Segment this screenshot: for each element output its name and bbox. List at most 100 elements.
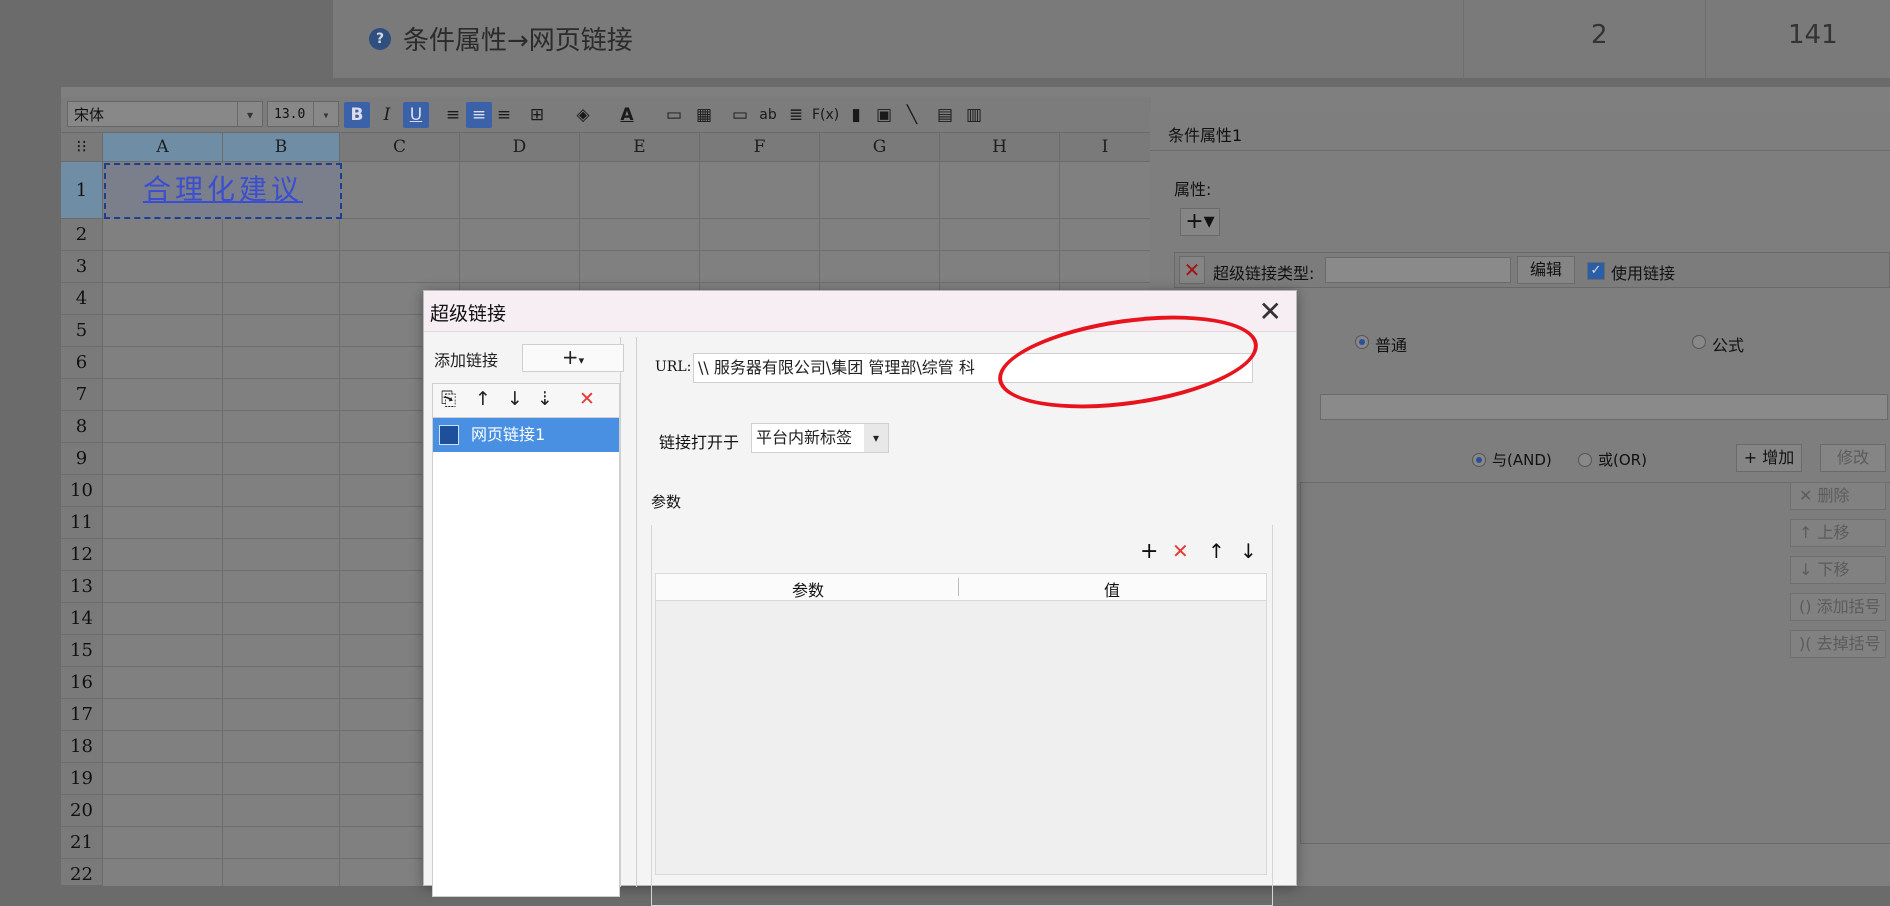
delete-param-icon[interactable]: ✕: [1172, 539, 1189, 563]
link-list: 网页链接1: [432, 417, 620, 897]
arrow-down-icon[interactable]: ↓: [507, 388, 523, 410]
underline-button[interactable]: U: [403, 102, 429, 128]
column-header-param: 参数: [792, 581, 825, 600]
italic-button[interactable]: I: [374, 102, 400, 128]
view-count: 141: [1788, 20, 1838, 50]
row-header[interactable]: 22: [61, 859, 103, 886]
select-all-corner[interactable]: ⁝⁝: [61, 133, 103, 162]
text-icon[interactable]: ab: [755, 102, 781, 128]
modify-condition-button[interactable]: 修改: [1820, 444, 1886, 472]
row-header[interactable]: 10: [61, 475, 103, 507]
paragraph-icon[interactable]: ≣: [783, 102, 809, 128]
and-radio[interactable]: [1472, 453, 1486, 467]
chart-icon[interactable]: ▮: [843, 102, 869, 128]
column-header[interactable]: E: [580, 133, 700, 162]
row-header[interactable]: 2: [61, 219, 103, 251]
column-header[interactable]: G: [820, 133, 940, 162]
align-left-icon[interactable]: ≡: [440, 102, 466, 128]
merge-icon[interactable]: ▭: [661, 102, 687, 128]
font-family-value: 宋体: [74, 106, 105, 124]
forum-header: ? 条件属性→网页链接 2 141: [333, 0, 1890, 78]
column-header[interactable]: D: [460, 133, 580, 162]
divider: [1150, 150, 1890, 151]
column-header[interactable]: B: [223, 133, 340, 162]
column-header[interactable]: I: [1060, 133, 1151, 162]
row-header[interactable]: 7: [61, 379, 103, 411]
column-header[interactable]: A: [103, 133, 223, 162]
column-header[interactable]: C: [340, 133, 460, 162]
copy-icon[interactable]: ⎘: [441, 388, 456, 410]
border-icon[interactable]: ⊞: [524, 102, 550, 128]
formula-radio[interactable]: [1692, 335, 1706, 349]
remove-bracket-button[interactable]: )( 去掉括号: [1790, 630, 1886, 658]
row-header[interactable]: 8: [61, 411, 103, 443]
align-right-icon[interactable]: ≡: [491, 102, 517, 128]
arrow-up-icon[interactable]: ↑: [475, 388, 491, 410]
sort-icon[interactable]: ⇣: [537, 388, 553, 410]
arrow-up-icon[interactable]: ↑: [1208, 539, 1225, 563]
list-item[interactable]: 网页链接1: [433, 418, 619, 452]
formula-icon[interactable]: F(x): [812, 102, 839, 128]
font-size-select[interactable]: 13.0 ▾: [267, 101, 339, 127]
condition-input[interactable]: [1320, 394, 1888, 420]
row-header[interactable]: 13: [61, 571, 103, 603]
font-family-select[interactable]: 宋体 ▾: [67, 101, 263, 127]
selected-cell-a1[interactable]: 合理化建议: [104, 163, 342, 219]
delete-icon[interactable]: ✕: [579, 388, 595, 410]
row-header[interactable]: 14: [61, 603, 103, 635]
remove-icon[interactable]: ✕: [1179, 256, 1205, 284]
arrow-down-icon[interactable]: ↓: [1240, 539, 1257, 563]
grid-line: [339, 162, 340, 886]
table-icon[interactable]: ▦: [691, 102, 717, 128]
row-header[interactable]: 4: [61, 283, 103, 315]
row-header[interactable]: 21: [61, 827, 103, 859]
normal-radio[interactable]: [1355, 335, 1369, 349]
add-condition-button[interactable]: + 增加: [1736, 444, 1802, 472]
align-center-icon[interactable]: ≡: [466, 102, 492, 128]
image-icon[interactable]: ▣: [871, 102, 897, 128]
close-icon[interactable]: ✕: [1259, 295, 1282, 328]
column-header-value: 值: [1104, 581, 1121, 600]
add-attribute-button[interactable]: +▾: [1180, 208, 1220, 236]
add-param-icon[interactable]: +: [1140, 539, 1158, 564]
form-icon[interactable]: ▤: [932, 102, 958, 128]
row-header[interactable]: 6: [61, 347, 103, 379]
add-condition-label: 增加: [1762, 448, 1795, 467]
add-bracket-button[interactable]: () 添加括号: [1790, 593, 1886, 621]
bold-button[interactable]: B: [344, 102, 370, 128]
move-down-button[interactable]: ↓ 下移: [1790, 556, 1886, 584]
row-header[interactable]: 17: [61, 699, 103, 731]
row-header[interactable]: 1: [61, 162, 103, 219]
row-header[interactable]: 3: [61, 251, 103, 283]
column-header[interactable]: F: [700, 133, 820, 162]
fill-color-icon[interactable]: ◈: [570, 102, 596, 128]
delete-condition-button[interactable]: ✕ 删除: [1790, 482, 1886, 510]
or-radio[interactable]: [1578, 453, 1592, 467]
row-header[interactable]: 18: [61, 731, 103, 763]
row-header[interactable]: 15: [61, 635, 103, 667]
row-header[interactable]: 19: [61, 763, 103, 795]
chevron-down-icon: ▾: [313, 102, 338, 126]
chevron-down-icon: ▾: [864, 424, 888, 452]
params-table: 参数 值: [655, 573, 1267, 875]
row-header[interactable]: 9: [61, 443, 103, 475]
column-header[interactable]: H: [940, 133, 1060, 162]
attribute-label: 属性:: [1174, 180, 1212, 199]
row-header[interactable]: 20: [61, 795, 103, 827]
row-header[interactable]: 5: [61, 315, 103, 347]
layout-icon[interactable]: ▥: [961, 102, 987, 128]
open-in-select[interactable]: 平台内新标签 ▾: [751, 423, 889, 453]
use-link-checkbox[interactable]: ✓: [1587, 262, 1605, 280]
textfield-icon[interactable]: ▭: [727, 102, 753, 128]
row-header[interactable]: 12: [61, 539, 103, 571]
slash-icon[interactable]: ╲: [899, 102, 925, 128]
font-color-icon[interactable]: A: [614, 102, 640, 128]
and-radio-label: 与(AND): [1492, 451, 1552, 469]
row-header[interactable]: 16: [61, 667, 103, 699]
add-link-button[interactable]: +▾: [522, 344, 624, 372]
edit-button[interactable]: 编辑: [1517, 256, 1575, 284]
move-up-button[interactable]: ↑ 上移: [1790, 519, 1886, 547]
question-icon: ?: [369, 28, 391, 50]
row-header[interactable]: 11: [61, 507, 103, 539]
hyperlink-type-input[interactable]: [1325, 257, 1511, 283]
